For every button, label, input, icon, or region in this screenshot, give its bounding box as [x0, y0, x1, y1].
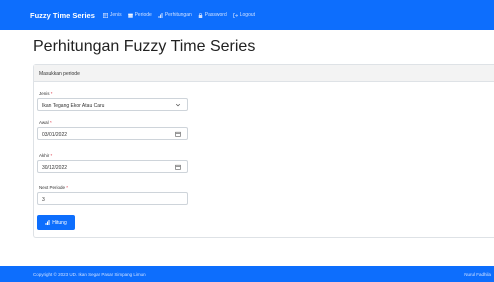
label-text: Jenis	[39, 91, 50, 96]
akhir-value: 30/12/2022	[42, 165, 68, 171]
nav-item-perhitungan[interactable]: Perhitungan	[158, 12, 192, 18]
jenis-select[interactable]: Ikan Tegang Ekor Atau Caru	[37, 98, 188, 111]
nav-item-password[interactable]: Password	[198, 12, 227, 18]
top-navbar: Fuzzy Time Series Jenis Periode Perhitun…	[0, 0, 494, 30]
next-periode-label: Next Periode *	[39, 185, 68, 190]
nav-item-label: Perhitungan	[164, 12, 192, 18]
nav-item-label: Logout	[239, 12, 256, 18]
nav-item-periode[interactable]: Periode	[127, 12, 152, 18]
akhir-label: Akhir *	[39, 153, 52, 158]
hitung-button[interactable]: Hitung	[37, 215, 75, 230]
table-icon	[102, 12, 108, 18]
card-header: Masukkan periode	[34, 65, 494, 82]
nav-item-label: Password	[204, 12, 227, 18]
nav-item-logout[interactable]: Logout	[232, 12, 256, 18]
akhir-date-input[interactable]: 30/12/2022	[37, 160, 188, 173]
nav-item-jenis[interactable]: Jenis	[102, 12, 122, 18]
required-mark: *	[50, 91, 53, 96]
logout-icon	[232, 12, 238, 18]
footer: Copyright © 2023 UD. Ikan Segar Pasar Si…	[0, 266, 494, 282]
periode-form-card: Masukkan periode Jenis * Ikan Tegang Eko…	[33, 64, 494, 238]
page-title: Perhitungan Fuzzy Time Series	[33, 38, 256, 55]
nav-item-label: Jenis	[109, 12, 122, 18]
jenis-selected-value: Ikan Tegang Ekor Atau Caru	[42, 103, 105, 109]
awal-label: Awal *	[39, 120, 52, 125]
bar-chart-icon	[158, 12, 163, 18]
label-text: Akhir	[39, 153, 50, 158]
awal-value: 03/01/2022	[42, 132, 68, 138]
awal-date-input[interactable]: 03/01/2022	[37, 127, 188, 140]
lock-icon	[198, 12, 203, 18]
nav-item-label: Periode	[134, 12, 152, 18]
jenis-label: Jenis *	[39, 91, 53, 96]
required-mark: *	[66, 185, 69, 190]
calendar-icon[interactable]	[175, 131, 181, 137]
footer-copyright: Copyright © 2023 UD. Ikan Segar Pasar Si…	[33, 271, 146, 277]
label-text: Next Periode	[39, 185, 66, 190]
next-periode-input[interactable]: 3	[37, 192, 188, 205]
calendar-icon[interactable]	[175, 164, 181, 170]
required-mark: *	[49, 120, 52, 125]
hitung-button-label: Hitung	[52, 219, 67, 226]
chevron-down-icon	[175, 103, 181, 107]
bar-chart-icon	[45, 220, 50, 225]
next-periode-value: 3	[42, 197, 45, 203]
required-mark: *	[50, 153, 53, 158]
footer-author: Nurul Fadhila	[464, 271, 491, 277]
calendar-icon	[127, 13, 133, 18]
label-text: Awal	[39, 120, 49, 125]
brand-link[interactable]: Fuzzy Time Series	[30, 11, 95, 20]
